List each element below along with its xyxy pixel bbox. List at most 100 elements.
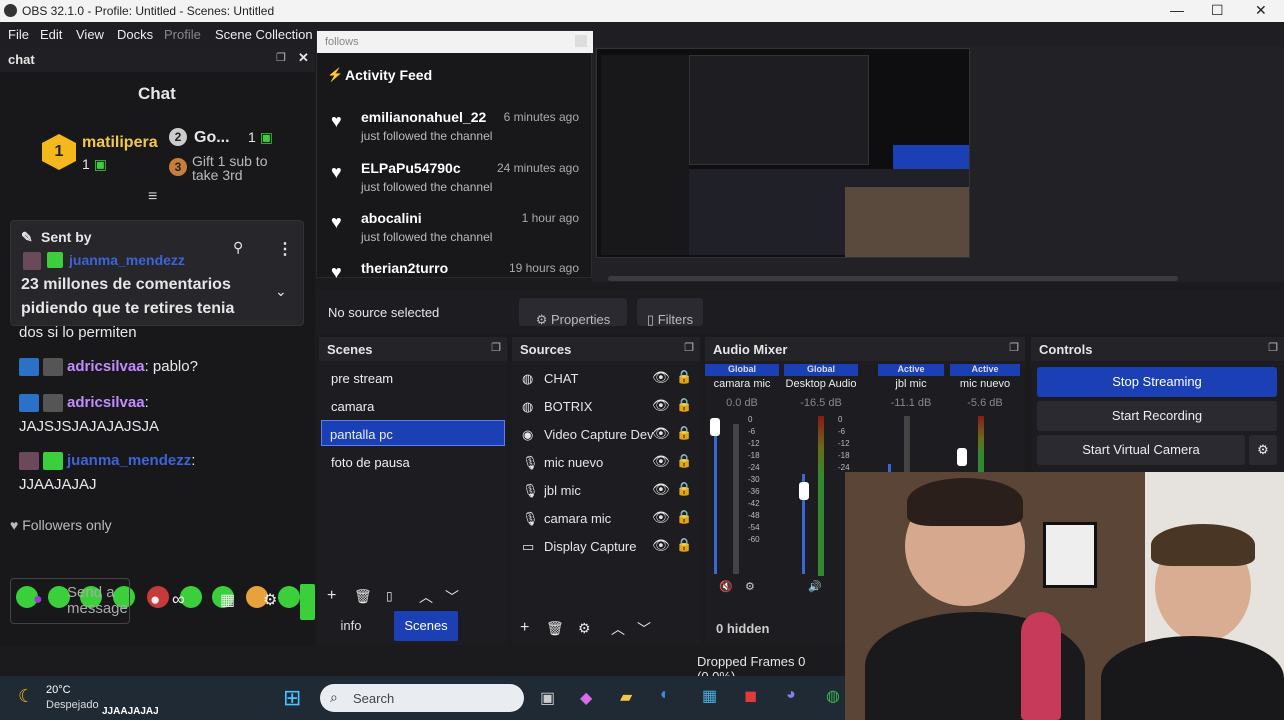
chat-message: adricsilvaa:: [19, 394, 149, 413]
feed-user: ELPaPu54790c: [361, 160, 461, 176]
volume-slider-handle[interactable]: [710, 418, 720, 436]
volume-slider[interactable]: [714, 424, 717, 574]
followers-only-label: ♥ Followers only: [10, 517, 112, 533]
microphone-icon: 🎙: [522, 455, 539, 470]
source-item[interactable]: ◉ Video Capture Dev 👁 🔒: [512, 421, 702, 449]
source-item[interactable]: ◍ CHAT 👁 🔒: [512, 365, 702, 393]
move-down-icon[interactable]: ﹀: [637, 619, 651, 639]
menu-docks[interactable]: Docks: [117, 27, 153, 42]
heart-icon: ♥: [331, 111, 342, 131]
lock-icon: 🔒: [676, 537, 693, 552]
source-item[interactable]: 🎙 camara mic 👁 🔒: [512, 505, 702, 533]
virtual-camera-settings-button[interactable]: ⚙: [1249, 435, 1277, 465]
volume-slider-handle[interactable]: [799, 482, 809, 500]
chevron-down-icon[interactable]: ⌄: [275, 283, 287, 300]
hp-icon[interactable]: ◐: [660, 686, 670, 704]
channel-tag: Active: [878, 364, 944, 376]
preview-chat-thumbnail: [601, 55, 689, 255]
emoji-icon[interactable]: ●: [150, 590, 160, 610]
undock-icon[interactable]: ❐: [1268, 341, 1278, 354]
unpin-icon[interactable]: ⚲: [233, 239, 243, 256]
chrome-icon[interactable]: ◍: [826, 686, 840, 706]
store-icon[interactable]: ▦: [702, 686, 717, 706]
preview-scrollbar[interactable]: [608, 276, 1178, 281]
follows-close-icon[interactable]: [575, 35, 587, 47]
emote-icon[interactable]: [278, 586, 300, 608]
start-virtual-camera-button[interactable]: Start Virtual Camera: [1037, 435, 1245, 465]
menu-scene-collection[interactable]: Scene Collection: [215, 27, 313, 42]
add-source-icon[interactable]: +: [520, 619, 529, 637]
stop-streaming-button[interactable]: Stop Streaming: [1037, 367, 1277, 397]
tab-scenes[interactable]: Scenes: [394, 611, 458, 641]
taskbar-search[interactable]: ⌕ Search: [320, 684, 524, 712]
send-button[interactable]: [300, 584, 315, 620]
undock-icon[interactable]: ❐: [1009, 341, 1019, 354]
gift-icon[interactable]: ▦: [220, 590, 235, 610]
source-item[interactable]: 🎙 mic nuevo 👁 🔒: [512, 449, 702, 477]
gift-sub-hint: Gift 1 sub to take 3rd: [192, 153, 268, 183]
scene-item[interactable]: pre stream: [323, 365, 503, 391]
task-view-icon[interactable]: ▣: [540, 688, 555, 708]
channel-name: camara mic: [713, 378, 771, 390]
chat-ticker: JJAAJAJAJ: [102, 706, 159, 717]
windows-start-icon[interactable]: ⊞: [283, 685, 301, 711]
preview-webcam-thumbnail: [845, 187, 969, 257]
dock-close-icon[interactable]: ✕: [298, 50, 309, 66]
microphone-icon[interactable]: ●: [33, 591, 43, 609]
antivirus-icon[interactable]: ◼: [744, 686, 757, 706]
speaker-icon[interactable]: 🔊: [808, 580, 822, 593]
audio-mixer-title: Audio Mixer: [713, 342, 788, 357]
tab-info[interactable]: info: [319, 611, 383, 641]
discord-icon[interactable]: ◕: [786, 686, 796, 704]
filters-button[interactable]: ▯ Filters: [637, 298, 703, 327]
program-preview[interactable]: [596, 48, 970, 258]
filter-icon[interactable]: ▯: [386, 589, 393, 603]
source-item[interactable]: ▭ Display Capture 👁 🔒: [512, 533, 702, 561]
menu-profile[interactable]: Profile: [164, 27, 201, 42]
undock-icon[interactable]: ❐: [684, 341, 694, 354]
source-item[interactable]: ◍ BOTRIX 👁 🔒: [512, 393, 702, 421]
infinity-icon[interactable]: ∞: [172, 589, 185, 610]
move-up-icon[interactable]: ︿: [419, 587, 433, 607]
gear-icon[interactable]: ⚙: [745, 580, 755, 593]
properties-button[interactable]: ⚙ Properties: [519, 298, 627, 327]
move-down-icon[interactable]: ﹀: [445, 587, 459, 607]
undock-icon[interactable]: ❐: [276, 51, 286, 64]
lock-icon: 🔒: [676, 453, 693, 468]
heart-icon: ♥: [331, 262, 342, 278]
gear-icon[interactable]: ⚙: [263, 590, 277, 610]
gear-icon: ⚙: [1257, 442, 1269, 457]
muted-speaker-icon[interactable]: 🔇: [719, 580, 733, 593]
feed-item: ♥ emilianonahuel_22 6 minutes ago just f…: [317, 109, 593, 159]
gear-icon[interactable]: ⚙: [578, 620, 591, 637]
menu-view[interactable]: View: [76, 27, 104, 42]
expand-leaderboard-icon[interactable]: ≡: [148, 188, 157, 206]
source-item[interactable]: 🎙 jbl mic 👁 🔒: [512, 477, 702, 505]
trash-icon[interactable]: 🗑: [354, 588, 372, 605]
mod-badge-icon: [19, 358, 39, 377]
scenes-title: Scenes: [327, 342, 373, 357]
db-scale: 0 -6 -12 -18 -24: [838, 415, 850, 472]
copilot-icon[interactable]: ◆: [580, 688, 592, 708]
scenes-dock-header: Scenes ❐: [319, 337, 507, 361]
trash-icon[interactable]: 🗑: [546, 620, 564, 637]
lock-icon: 🔒: [676, 369, 693, 384]
menu-edit[interactable]: Edit: [40, 27, 62, 42]
chat-input[interactable]: ● Send a message: [10, 578, 130, 624]
maximize-button[interactable]: ☐: [1211, 2, 1224, 19]
scene-item-selected[interactable]: pantalla pc: [321, 420, 505, 446]
start-recording-button[interactable]: Start Recording: [1037, 401, 1277, 431]
volume-slider-handle[interactable]: [957, 448, 967, 466]
add-scene-icon[interactable]: +: [327, 587, 336, 605]
undock-icon[interactable]: ❐: [491, 341, 501, 354]
minimize-button[interactable]: —: [1170, 2, 1184, 18]
pinned-user[interactable]: juanma_mendezz: [69, 252, 185, 268]
close-button[interactable]: ✕: [1255, 2, 1267, 19]
scene-item[interactable]: camara: [323, 393, 503, 419]
follows-window-titlebar: follows: [317, 31, 593, 53]
scene-item[interactable]: foto de pausa: [323, 449, 503, 475]
more-options-icon[interactable]: ⋮: [277, 239, 293, 259]
move-up-icon[interactable]: ︿: [611, 619, 625, 639]
menu-file[interactable]: File: [8, 27, 29, 42]
folder-icon[interactable]: ▰: [620, 687, 632, 707]
